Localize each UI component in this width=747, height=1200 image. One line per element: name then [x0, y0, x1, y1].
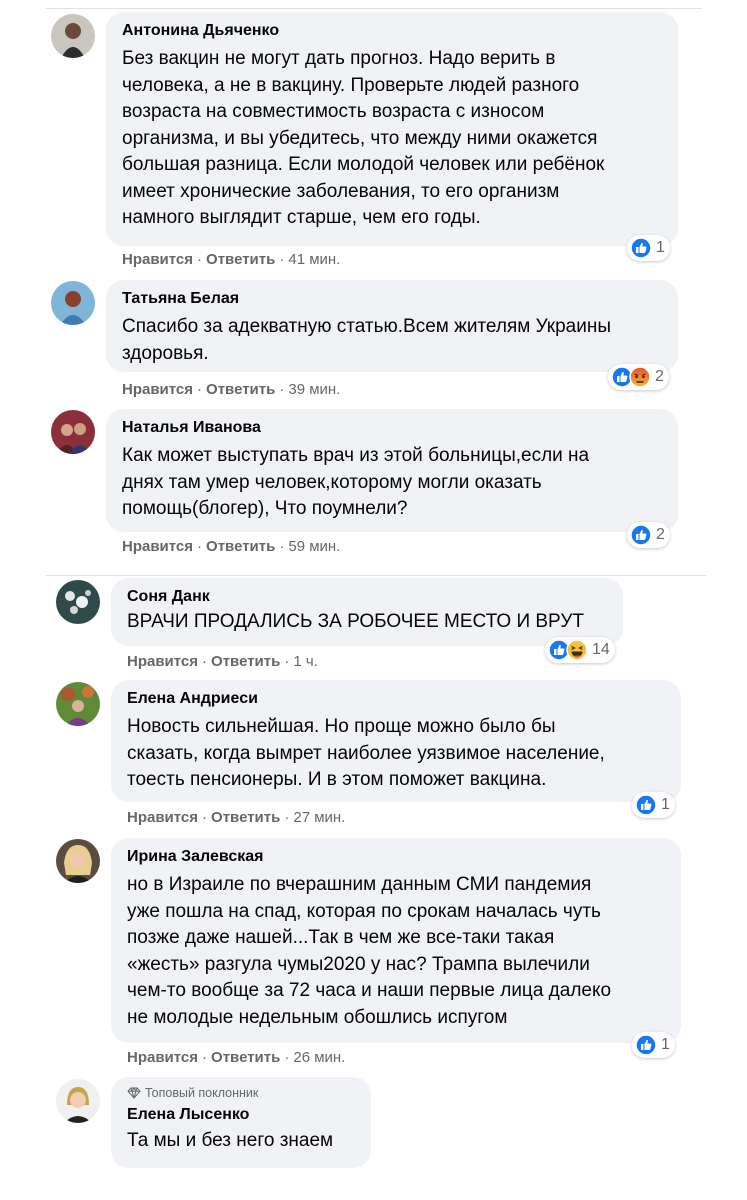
top-divider: [46, 8, 702, 9]
comment-text: Как может выступать врач из этой больниц…: [122, 445, 590, 519]
comment-timestamp[interactable]: 41 мин.: [288, 251, 340, 268]
comment-text: Новость сильнейшая. Но проще можно было …: [127, 716, 605, 790]
comment-author[interactable]: Ирина Залевская: [127, 847, 665, 867]
section-divider: [46, 575, 706, 576]
comment-timestamp[interactable]: 39 мин.: [288, 381, 340, 398]
comment-actions: Нравится · Ответить · 26 мин.: [127, 1049, 346, 1066]
angry-icon: [629, 366, 651, 388]
reactions-badge[interactable]: 2: [627, 522, 670, 548]
comment-author[interactable]: Соня Данк: [127, 587, 607, 607]
comment-author[interactable]: Антонина Дьяченко: [122, 21, 662, 41]
haha-icon: [566, 639, 588, 661]
reply-button[interactable]: Ответить: [211, 1049, 280, 1066]
like-button[interactable]: Нравится: [127, 1049, 198, 1066]
diamond-icon: [127, 1087, 141, 1099]
avatar[interactable]: [51, 410, 95, 454]
reactions-count: 1: [661, 796, 670, 813]
reactions-count: 1: [656, 239, 665, 256]
comment-timestamp[interactable]: 27 мин.: [293, 809, 345, 826]
reactions-count: 1: [661, 1036, 670, 1053]
comment-actions: Нравится · Ответить · 39 мин.: [122, 381, 341, 398]
comment-bubble: Ирина Залевская но в Израиле по вчерашни…: [111, 838, 681, 1043]
comment-actions: Нравится · Ответить · 41 мин.: [122, 251, 341, 268]
comment-bubble: Елена Андриеси Новость сильнейшая. Но пр…: [111, 680, 681, 802]
comment-author[interactable]: Елена Андриеси: [127, 689, 665, 709]
reactions-count: 2: [656, 526, 665, 543]
comment-text: Та мы и без него знаем: [127, 1130, 334, 1151]
comment-author[interactable]: Татьяна Белая: [122, 289, 662, 309]
comment-timestamp[interactable]: 26 мин.: [293, 1049, 345, 1066]
like-button[interactable]: Нравится: [122, 538, 193, 555]
top-fan-badge: Топовый поклонник: [127, 1085, 355, 1101]
avatar[interactable]: [56, 682, 100, 726]
like-button[interactable]: Нравится: [122, 381, 193, 398]
reply-button[interactable]: Ответить: [206, 251, 275, 268]
comment-bubble: Татьяна Белая Спасибо за адекватную стат…: [106, 280, 678, 372]
like-icon: [635, 1034, 657, 1056]
comment-bubble: Наталья Иванова Как может выступать врач…: [106, 409, 678, 532]
like-button[interactable]: Нравится: [127, 653, 198, 670]
comment-text: но в Израиле по вчерашним данным СМИ пан…: [127, 874, 612, 1028]
like-icon: [635, 794, 657, 816]
reactions-badge[interactable]: 2: [608, 364, 669, 390]
like-button[interactable]: Нравится: [127, 809, 198, 826]
comment-actions: Нравится · Ответить · 59 мин.: [122, 538, 341, 555]
avatar[interactable]: [51, 281, 95, 325]
reply-button[interactable]: Ответить: [211, 809, 280, 826]
comment-actions: Нравится · Ответить · 1 ч.: [127, 653, 318, 670]
reply-button[interactable]: Ответить: [206, 538, 275, 555]
comment-timestamp[interactable]: 59 мин.: [288, 538, 340, 555]
avatar[interactable]: [56, 839, 100, 883]
avatar[interactable]: [56, 1079, 100, 1123]
reply-button[interactable]: Ответить: [206, 381, 275, 398]
reactions-count: 2: [655, 368, 664, 385]
reactions-count: 14: [592, 641, 610, 658]
like-button[interactable]: Нравится: [122, 251, 193, 268]
comment-text: ВРАЧИ ПРОДАЛИСЬ ЗА РОБОЧЕЕ МЕСТО И ВРУТ: [127, 611, 584, 632]
like-icon: [630, 524, 652, 546]
avatar[interactable]: [56, 580, 100, 624]
reactions-badge[interactable]: 1: [627, 235, 670, 261]
reactions-badge[interactable]: 1: [632, 1032, 675, 1058]
comment-text: Спасибо за адекватную статью.Всем жителя…: [122, 316, 611, 364]
avatar[interactable]: [51, 14, 95, 58]
reactions-badge[interactable]: 14: [545, 637, 615, 663]
comment-author[interactable]: Наталья Иванова: [122, 418, 662, 438]
comment-timestamp[interactable]: 1 ч.: [293, 653, 318, 670]
comment-bubble: Соня Данк ВРАЧИ ПРОДАЛИСЬ ЗА РОБОЧЕЕ МЕС…: [111, 578, 623, 646]
reply-button[interactable]: Ответить: [211, 653, 280, 670]
like-icon: [630, 237, 652, 259]
comment-bubble: Антонина Дьяченко Без вакцин не могут да…: [106, 12, 678, 246]
reactions-badge[interactable]: 1: [632, 792, 675, 818]
comment-actions: Нравится · Ответить · 27 мин.: [127, 809, 346, 826]
comment-bubble: Топовый поклонник Елена Лысенко Та мы и …: [111, 1077, 371, 1168]
comment-text: Без вакцин не могут дать прогноз. Надо в…: [122, 48, 605, 228]
comment-author[interactable]: Елена Лысенко: [127, 1105, 355, 1125]
